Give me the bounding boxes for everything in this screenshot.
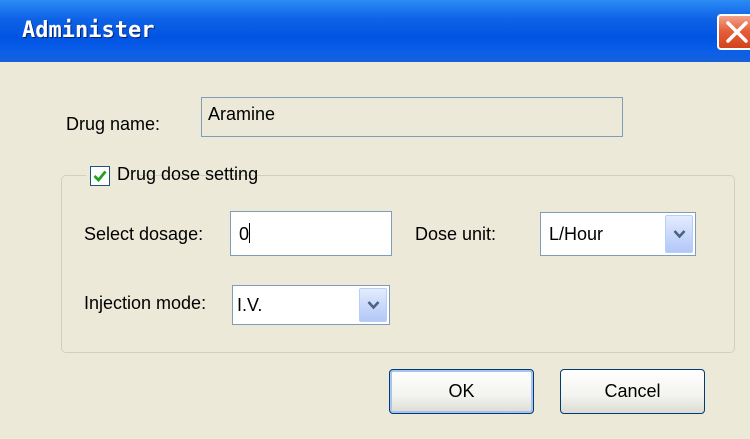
administer-dialog: Administer Drug name: Aramine Drug dose …: [0, 0, 750, 439]
dose-setting-groupbox: [61, 175, 735, 353]
drug-name-field: Aramine: [201, 97, 623, 137]
close-icon: [726, 21, 748, 43]
text-caret: [249, 223, 251, 243]
title-bar: Administer: [0, 0, 750, 62]
window-title: Administer: [22, 18, 155, 43]
injection-mode-select[interactable]: I.V.: [232, 285, 390, 325]
dose-unit-select[interactable]: L/Hour: [540, 212, 696, 256]
ok-button[interactable]: OK: [389, 369, 534, 414]
dose-unit-dropdown-button[interactable]: [665, 215, 693, 253]
injection-mode-label: Injection mode:: [84, 293, 207, 313]
chevron-down-icon: [673, 230, 686, 239]
dose-setting-checkbox[interactable]: [90, 166, 110, 186]
dose-unit-label: Dose unit:: [415, 224, 497, 244]
chevron-down-icon: [367, 301, 380, 310]
select-dosage-label: Select dosage:: [84, 224, 204, 244]
injection-mode-value: I.V.: [237, 295, 263, 315]
drug-name-label: Drug name:: [66, 114, 161, 134]
close-button[interactable]: [717, 14, 750, 50]
checkmark-icon: [93, 170, 107, 183]
injection-mode-dropdown-button[interactable]: [359, 288, 387, 322]
dosage-input[interactable]: 0: [230, 211, 392, 256]
dose-setting-label: Drug dose setting: [117, 164, 259, 184]
cancel-button[interactable]: Cancel: [560, 369, 705, 414]
dosage-value: 0: [239, 224, 250, 244]
dose-setting-header: Drug dose setting: [86, 163, 258, 187]
dose-unit-value: L/Hour: [549, 224, 604, 244]
